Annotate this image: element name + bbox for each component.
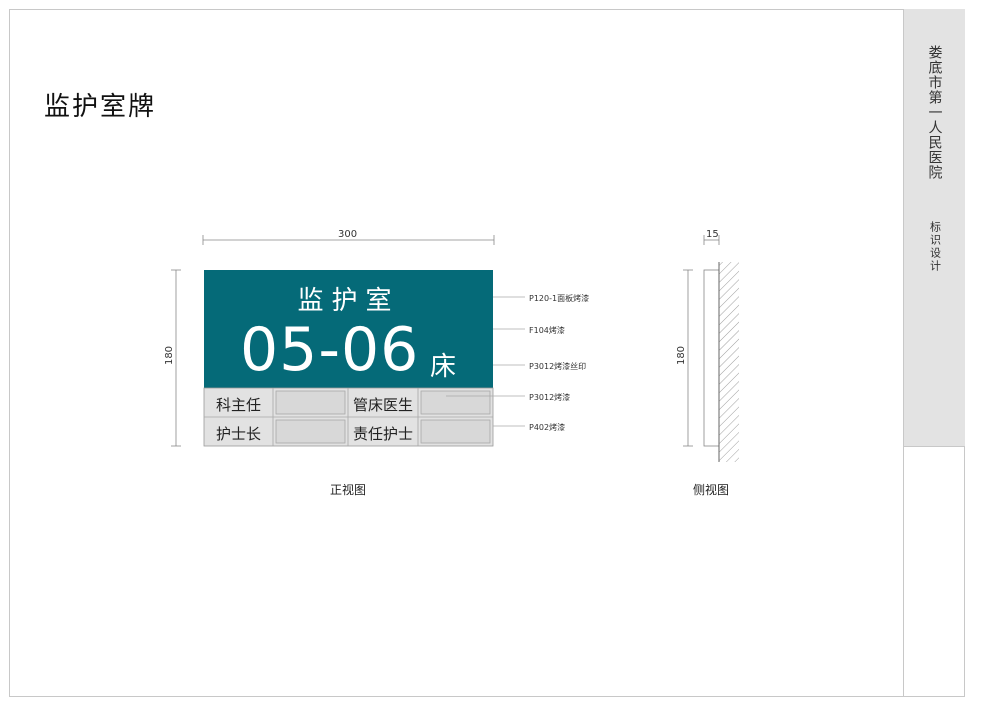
front-height-value: 180 — [164, 345, 176, 366]
spec-panel: P120-1面板烤漆 — [529, 294, 590, 303]
spec-frame: P402烤漆 — [529, 423, 566, 432]
label-director: 科主任 — [216, 396, 262, 414]
bed-number: 05-06 — [240, 315, 420, 385]
width-value: 300 — [338, 229, 358, 240]
label-attending-doctor: 管床医生 — [353, 396, 414, 414]
technical-drawing — [171, 235, 739, 462]
room-name: 监护室 — [297, 286, 400, 316]
depth-value: 15 — [706, 229, 719, 240]
wall-hatch — [719, 262, 739, 462]
side-height-value: 180 — [676, 345, 688, 366]
side-view-label: 侧视图 — [693, 483, 730, 497]
spec-silkscreen: P3012烤漆丝印 — [529, 362, 587, 371]
side-panel — [703, 269, 720, 447]
front-view-label: 正视图 — [330, 483, 367, 497]
spec-info-area: P3012烤漆 — [529, 393, 571, 402]
label-head-nurse: 护士长 — [216, 425, 262, 443]
bed-unit: 床 — [430, 352, 457, 382]
spec-background: F104烤漆 — [529, 326, 565, 335]
label-responsible-nurse: 责任护士 — [353, 425, 414, 443]
